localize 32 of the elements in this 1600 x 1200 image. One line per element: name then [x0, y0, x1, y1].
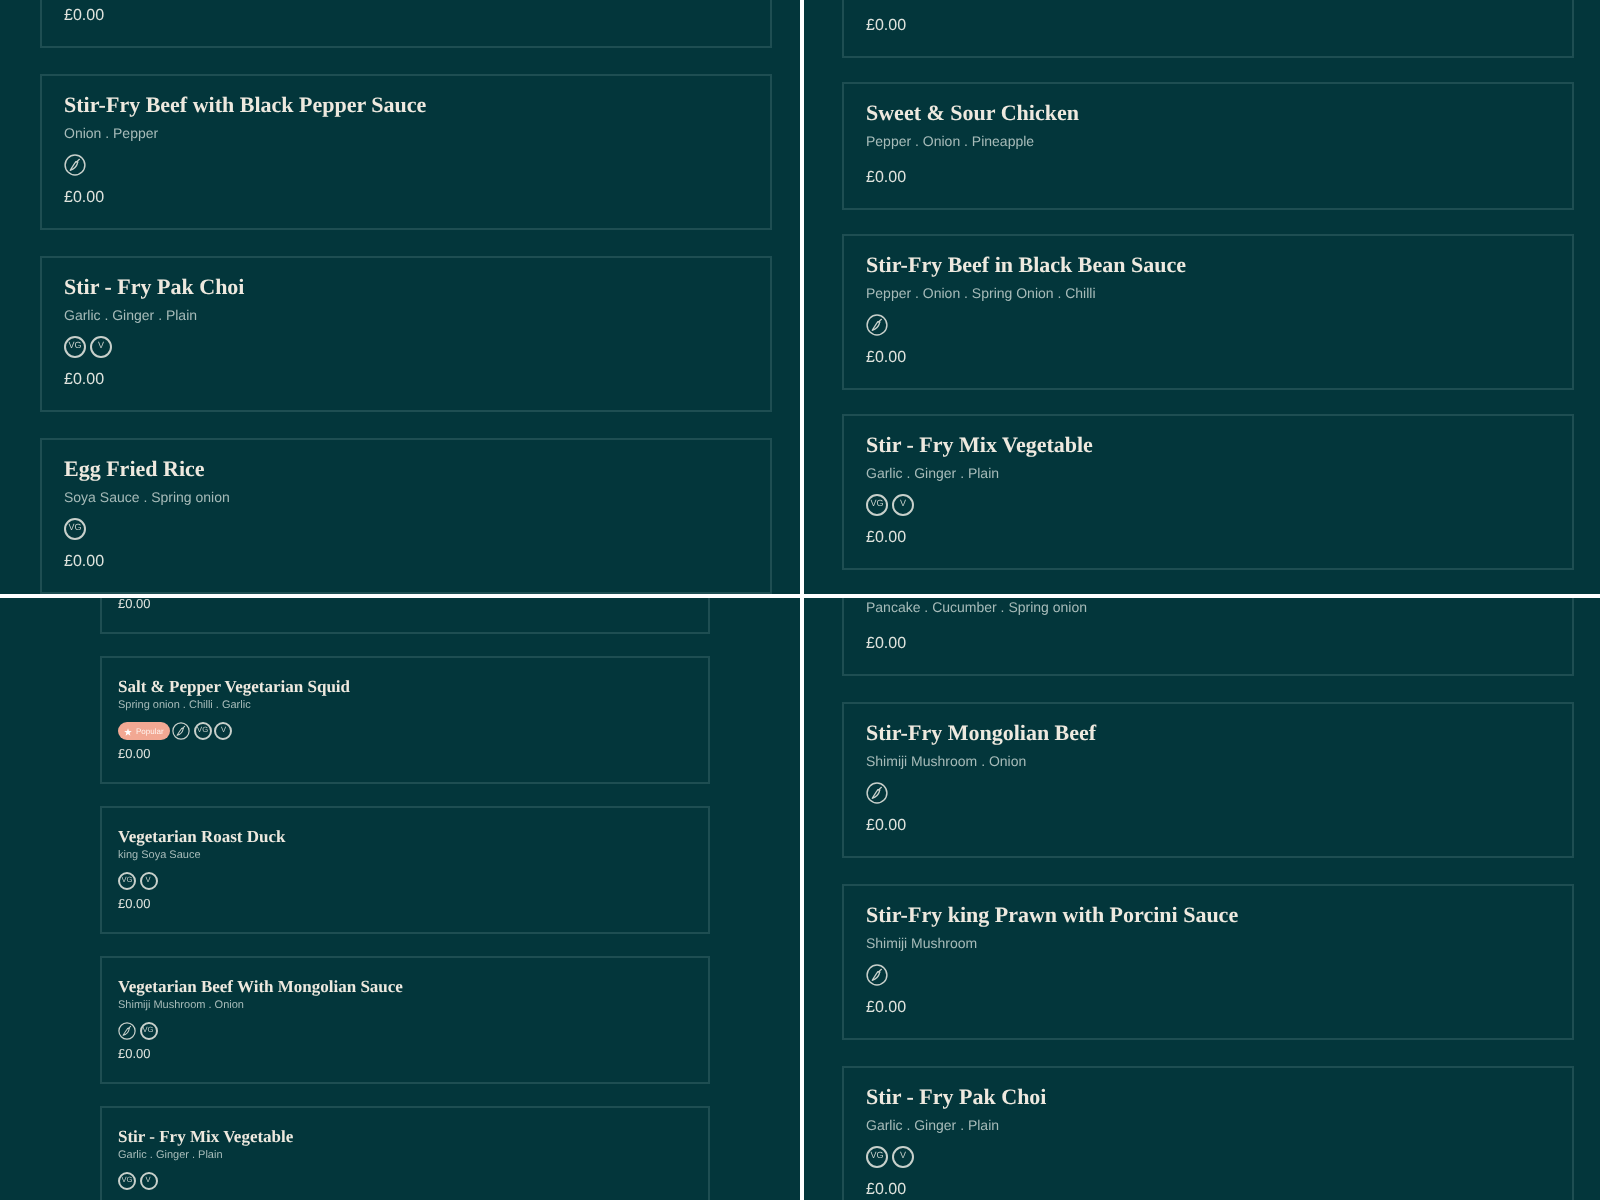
dish-name: Vegetarian Beef With Mongolian Sauce [118, 976, 405, 996]
chilli-icon [866, 964, 888, 986]
price-text: £0.00 [866, 168, 909, 188]
price-text: £0.00 [866, 998, 909, 1018]
chilli-icon [172, 722, 191, 740]
dish-name: Stir-Fry Mongolian Beef [866, 722, 1099, 748]
price-text: £0.00 [64, 552, 107, 572]
chilli-icon [866, 782, 888, 804]
chilli-icon [866, 314, 888, 336]
dish-name: Salt & Pepper Vegetarian Squid [118, 676, 353, 696]
dish-name: Stir - Fry Mix Vegetable [866, 434, 1095, 460]
dish-name: Vegetarian Roast Duck [118, 826, 288, 846]
price-text: £0.00 [866, 1180, 909, 1200]
dish-name: Sweet & Sour Chicken [866, 102, 1081, 128]
dish-name: Stir-Fry Beef with Black Pepper Sauce [64, 94, 429, 120]
price-text: £0.00 [64, 188, 107, 208]
price-text: £0.00 [64, 6, 107, 26]
price-text: £0.00 [866, 348, 909, 368]
dish-name: Egg Fried Rice [64, 458, 207, 484]
price-text: £0.00 [866, 16, 909, 36]
price-text: £0.00 [64, 370, 107, 390]
chilli-icon [64, 154, 86, 176]
price-text: £0.00 [866, 816, 909, 836]
chilli-icon [118, 1022, 136, 1040]
dish-name: Stir-Fry king Prawn with Porcini Sauce [866, 904, 1241, 930]
dish-name: Stir - Fry Pak Choi [866, 1086, 1049, 1112]
star-icon [124, 727, 132, 735]
dish-name: Stir-Fry Beef in Black Bean Sauce [866, 254, 1188, 280]
price-text: £0.00 [866, 528, 909, 548]
dish-name: Stir - Fry Pak Choi [64, 276, 247, 302]
price-text: £0.00 [866, 634, 909, 654]
dish-name: Stir - Fry Mix Vegetable [118, 1126, 296, 1146]
